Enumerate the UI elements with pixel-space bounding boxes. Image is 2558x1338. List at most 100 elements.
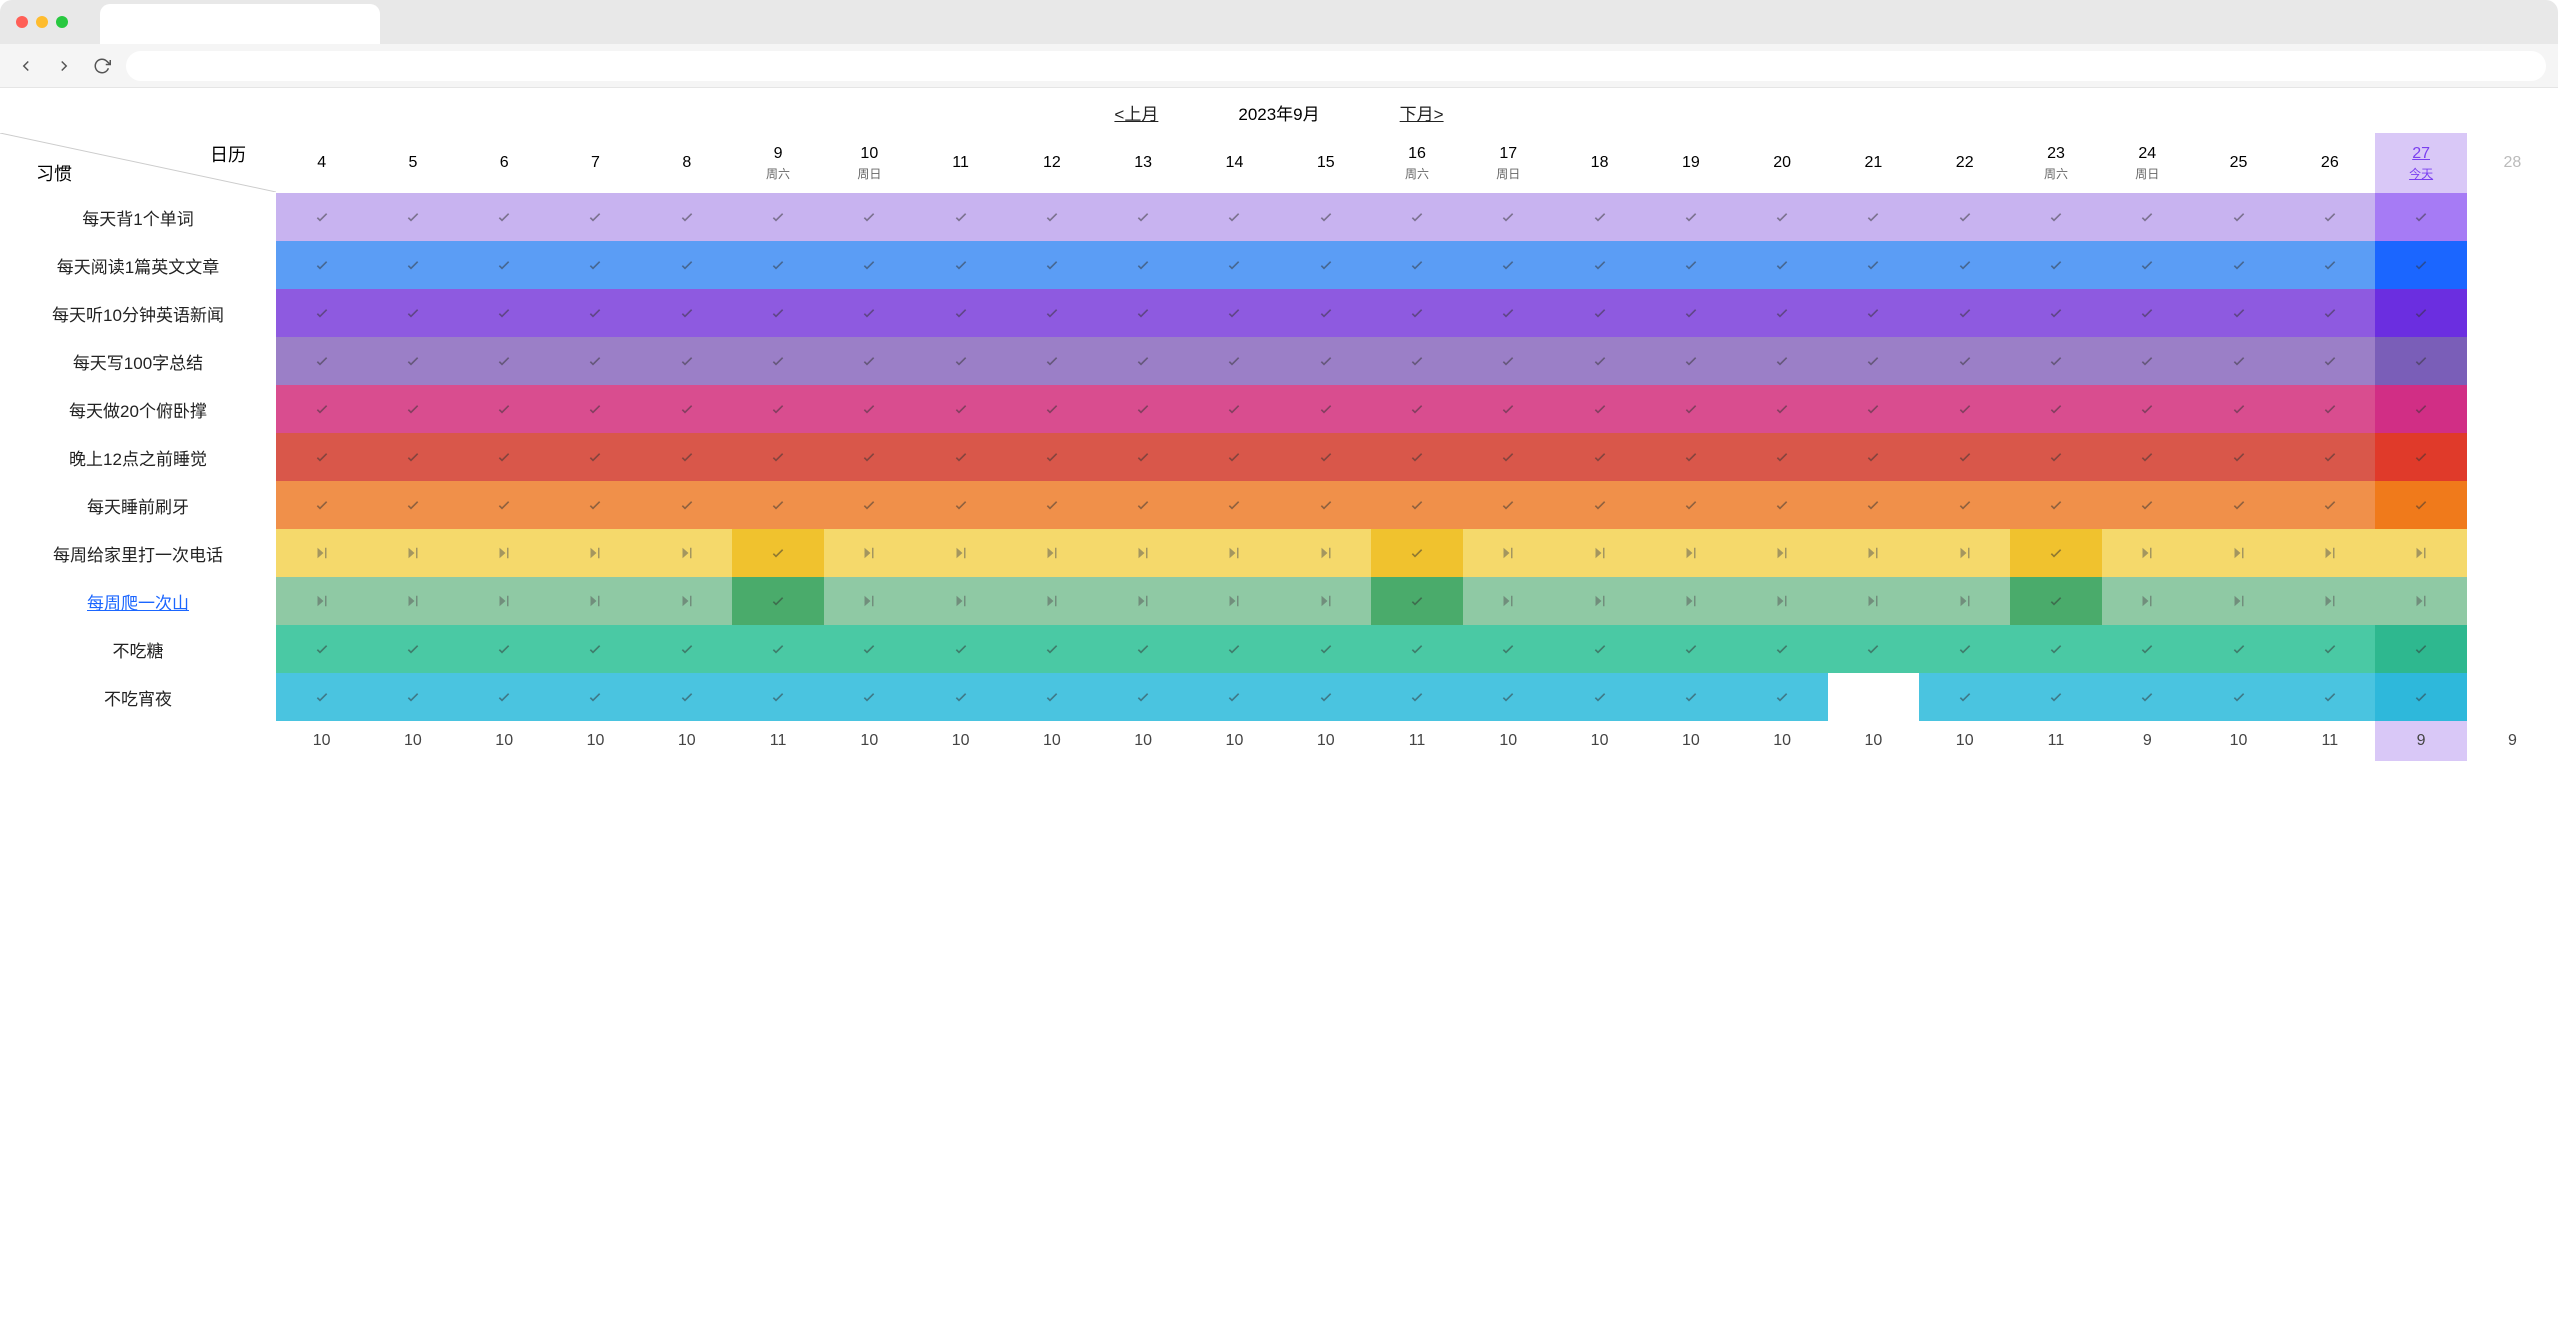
- habit-day-cell[interactable]: [1737, 673, 1828, 721]
- habit-day-cell[interactable]: [641, 577, 732, 625]
- day-header-cell[interactable]: 13: [1098, 133, 1189, 193]
- day-header-cell[interactable]: 23周六: [2010, 133, 2101, 193]
- habit-day-cell[interactable]: [1189, 385, 1280, 433]
- habit-day-cell[interactable]: [1828, 673, 1919, 721]
- habit-day-cell[interactable]: [276, 289, 367, 337]
- day-header-cell[interactable]: 8: [641, 133, 732, 193]
- day-header-cell[interactable]: 9周六: [732, 133, 823, 193]
- habit-day-cell[interactable]: [367, 193, 458, 241]
- habit-day-cell[interactable]: [1919, 481, 2010, 529]
- habit-day-cell[interactable]: [1737, 481, 1828, 529]
- habit-day-cell[interactable]: [2467, 337, 2558, 385]
- habit-day-cell[interactable]: [2102, 241, 2193, 289]
- habit-day-cell[interactable]: [2375, 577, 2466, 625]
- reload-button[interactable]: [88, 52, 116, 80]
- habit-day-cell[interactable]: [459, 577, 550, 625]
- habit-day-cell[interactable]: [2102, 625, 2193, 673]
- habit-day-cell[interactable]: [276, 625, 367, 673]
- habit-day-cell[interactable]: [1006, 481, 1097, 529]
- habit-day-cell[interactable]: [732, 193, 823, 241]
- habit-day-cell[interactable]: [2284, 433, 2375, 481]
- habit-day-cell[interactable]: [1919, 385, 2010, 433]
- habit-day-cell[interactable]: [824, 337, 915, 385]
- habit-day-cell[interactable]: [2193, 577, 2284, 625]
- habit-day-cell[interactable]: [1006, 673, 1097, 721]
- habit-day-cell[interactable]: [1006, 529, 1097, 577]
- habit-day-cell[interactable]: [2193, 337, 2284, 385]
- habit-day-cell[interactable]: [1828, 241, 1919, 289]
- habit-day-cell[interactable]: [1006, 337, 1097, 385]
- habit-day-cell[interactable]: [1006, 385, 1097, 433]
- habit-day-cell[interactable]: [1098, 625, 1189, 673]
- habit-day-cell[interactable]: [1737, 625, 1828, 673]
- habit-day-cell[interactable]: [2102, 481, 2193, 529]
- habit-day-cell[interactable]: [2375, 193, 2466, 241]
- habit-day-cell[interactable]: [1098, 673, 1189, 721]
- habit-day-cell[interactable]: [1554, 481, 1645, 529]
- habit-day-cell[interactable]: [2102, 433, 2193, 481]
- habit-day-cell[interactable]: [1189, 193, 1280, 241]
- habit-day-cell[interactable]: [550, 529, 641, 577]
- habit-day-cell[interactable]: [2284, 289, 2375, 337]
- habit-day-cell[interactable]: [2467, 385, 2558, 433]
- habit-day-cell[interactable]: [2193, 529, 2284, 577]
- habit-day-cell[interactable]: [459, 241, 550, 289]
- habit-day-cell[interactable]: [732, 673, 823, 721]
- habit-day-cell[interactable]: [1189, 481, 1280, 529]
- habit-day-cell[interactable]: [1371, 625, 1462, 673]
- habit-day-cell[interactable]: [1554, 433, 1645, 481]
- habit-day-cell[interactable]: [824, 193, 915, 241]
- habit-day-cell[interactable]: [1554, 529, 1645, 577]
- habit-day-cell[interactable]: [2467, 481, 2558, 529]
- habit-day-cell[interactable]: [824, 625, 915, 673]
- habit-day-cell[interactable]: [1280, 337, 1371, 385]
- habit-day-cell[interactable]: [276, 193, 367, 241]
- habit-day-cell[interactable]: [2284, 337, 2375, 385]
- habit-day-cell[interactable]: [1919, 193, 2010, 241]
- habit-day-cell[interactable]: [1463, 385, 1554, 433]
- habit-day-cell[interactable]: [367, 481, 458, 529]
- habit-day-cell[interactable]: [1828, 385, 1919, 433]
- habit-day-cell[interactable]: [1463, 673, 1554, 721]
- habit-day-cell[interactable]: [367, 625, 458, 673]
- habit-day-cell[interactable]: [1006, 241, 1097, 289]
- habit-day-cell[interactable]: [459, 337, 550, 385]
- habit-day-cell[interactable]: [2467, 625, 2558, 673]
- habit-day-cell[interactable]: [1463, 241, 1554, 289]
- habit-day-cell[interactable]: [2284, 481, 2375, 529]
- habit-day-cell[interactable]: [1463, 433, 1554, 481]
- habit-day-cell[interactable]: [1828, 193, 1919, 241]
- habit-day-cell[interactable]: [732, 481, 823, 529]
- habit-day-cell[interactable]: [1280, 625, 1371, 673]
- window-minimize-button[interactable]: [36, 16, 48, 28]
- habit-day-cell[interactable]: [2102, 337, 2193, 385]
- habit-day-cell[interactable]: [1098, 529, 1189, 577]
- habit-day-cell[interactable]: [1189, 337, 1280, 385]
- habit-day-cell[interactable]: [550, 337, 641, 385]
- habit-day-cell[interactable]: [1737, 577, 1828, 625]
- habit-day-cell[interactable]: [1828, 337, 1919, 385]
- day-header-cell[interactable]: 24周日: [2102, 133, 2193, 193]
- day-header-cell[interactable]: 14: [1189, 133, 1280, 193]
- habit-day-cell[interactable]: [1371, 433, 1462, 481]
- habit-day-cell[interactable]: [459, 481, 550, 529]
- habit-day-cell[interactable]: [641, 193, 732, 241]
- habit-day-cell[interactable]: [1737, 193, 1828, 241]
- habit-day-cell[interactable]: [2375, 289, 2466, 337]
- habit-day-cell[interactable]: [2102, 529, 2193, 577]
- habit-day-cell[interactable]: [732, 577, 823, 625]
- habit-day-cell[interactable]: [2193, 193, 2284, 241]
- habit-day-cell[interactable]: [2193, 433, 2284, 481]
- habit-day-cell[interactable]: [276, 433, 367, 481]
- forward-button[interactable]: [50, 52, 78, 80]
- habit-day-cell[interactable]: [367, 289, 458, 337]
- habit-day-cell[interactable]: [915, 289, 1006, 337]
- habit-day-cell[interactable]: [276, 241, 367, 289]
- habit-day-cell[interactable]: [1371, 673, 1462, 721]
- habit-day-cell[interactable]: [1463, 625, 1554, 673]
- habit-day-cell[interactable]: [732, 433, 823, 481]
- habit-day-cell[interactable]: [2010, 337, 2101, 385]
- habit-day-cell[interactable]: [1280, 193, 1371, 241]
- habit-day-cell[interactable]: [1371, 577, 1462, 625]
- habit-day-cell[interactable]: [459, 673, 550, 721]
